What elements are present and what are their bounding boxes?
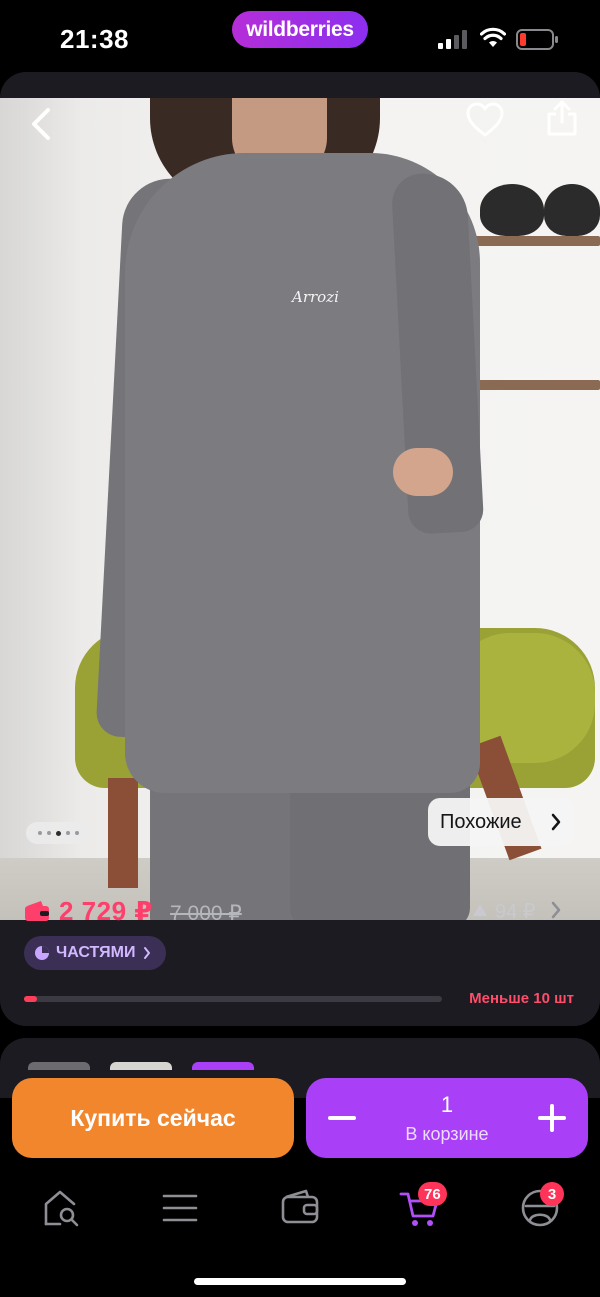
product-photo[interactable]: Arrozi Похожие	[0, 98, 600, 920]
current-price: 2 729 ₽	[59, 896, 153, 926]
photo-vase	[544, 184, 600, 236]
chevron-right-icon	[144, 947, 151, 959]
wifi-icon	[480, 27, 506, 47]
back-chevron-icon[interactable]	[22, 104, 62, 144]
product-card: Arrozi Похожие 2 729 ₽ 7 000 ₽ 94 ₽ ЧАСТ…	[0, 72, 600, 1026]
cart-quantity-control: 1 В корзине	[306, 1078, 588, 1158]
price-row: 2 729 ₽ 7 000 ₽ 94 ₽	[0, 894, 600, 934]
photo-hand	[393, 448, 453, 496]
triangle-up-icon	[473, 904, 487, 916]
stock-progress-fill	[24, 996, 37, 1002]
variant-thumbnail[interactable]	[110, 1062, 172, 1070]
buy-now-button[interactable]: Купить сейчас	[12, 1078, 294, 1158]
photo-shelf	[468, 380, 600, 390]
price-change-value[interactable]: 94 ₽	[495, 899, 536, 924]
gallery-dot	[74, 831, 79, 835]
variant-thumbnail[interactable]	[192, 1062, 254, 1070]
photo-vase	[480, 184, 544, 236]
status-time: 21:38	[60, 24, 129, 54]
stock-label: Меньше 10 шт	[469, 990, 574, 1007]
wallet-icon	[281, 1189, 319, 1224]
tab-profile[interactable]: 3	[518, 1182, 564, 1230]
chevron-right-icon[interactable]	[550, 900, 562, 920]
gallery-dot	[37, 831, 42, 835]
shirt-print-text: Arrozi	[292, 288, 339, 306]
gallery-dot	[46, 831, 51, 835]
notification-badge: 3	[540, 1182, 564, 1206]
share-icon[interactable]	[544, 98, 580, 138]
tab-home[interactable]	[40, 1186, 84, 1230]
variant-thumbnail[interactable]	[28, 1062, 90, 1070]
home-search-icon	[44, 1190, 79, 1227]
stock-progress-bar	[24, 996, 442, 1002]
app-brand-badge: wildberries	[232, 11, 368, 48]
increase-quantity-button[interactable]	[538, 1104, 566, 1132]
similar-items-button[interactable]: Похожие	[428, 798, 574, 846]
installments-label: ЧАСТЯМИ	[56, 944, 136, 961]
cart-count-badge: 76	[418, 1182, 447, 1206]
pie-chart-icon	[35, 946, 49, 960]
battery-low-icon	[516, 29, 558, 50]
old-price: 7 000 ₽	[170, 902, 242, 925]
photo-wall-shade	[0, 98, 80, 920]
cellular-signal-icon	[438, 30, 467, 49]
heart-icon[interactable]	[466, 102, 504, 138]
menu-icon	[162, 1194, 198, 1222]
tab-wallet[interactable]	[278, 1186, 322, 1230]
status-bar: 21:38 wildberries	[0, 0, 600, 72]
photo-chair-leg	[108, 778, 138, 888]
gallery-dot-active	[55, 830, 61, 836]
tab-catalog[interactable]	[158, 1186, 202, 1230]
gallery-dot	[65, 831, 70, 835]
tab-cart[interactable]: 76	[398, 1182, 447, 1230]
home-indicator	[194, 1278, 406, 1285]
installments-button[interactable]: ЧАСТЯМИ	[24, 936, 166, 970]
gallery-pagination	[26, 822, 90, 844]
wallet-icon	[25, 901, 49, 921]
chevron-right-icon	[551, 813, 561, 831]
similar-items-label: Похожие	[440, 810, 522, 833]
